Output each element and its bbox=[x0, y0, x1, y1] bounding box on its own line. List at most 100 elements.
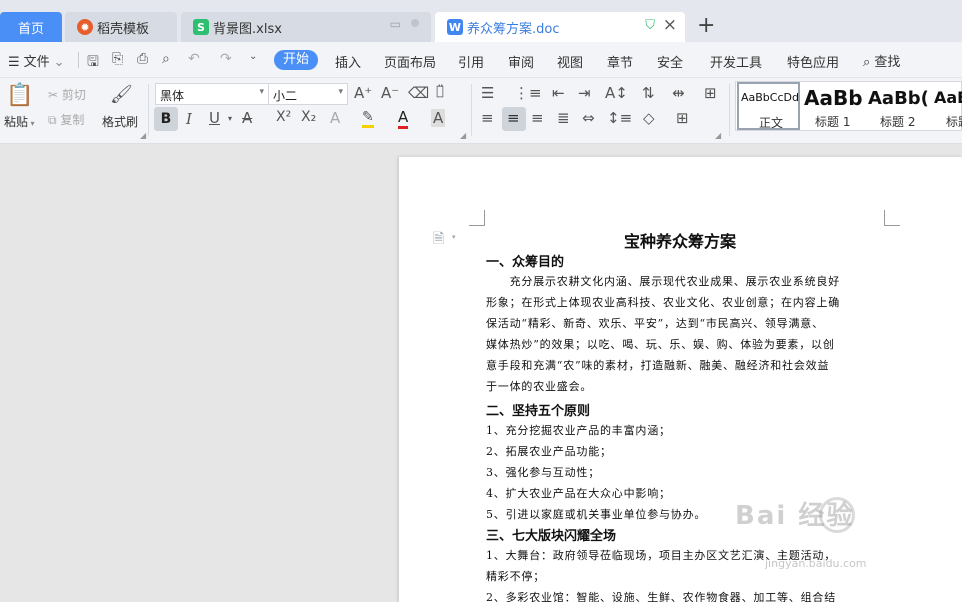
decrease-indent-icon[interactable]: ⇤ bbox=[552, 84, 565, 102]
paragraph-doc-icon[interactable]: 🗎 bbox=[433, 228, 444, 252]
shrink-font-icon[interactable]: A⁻ bbox=[381, 84, 399, 102]
ribbon-tab-insert[interactable]: 插入 bbox=[335, 52, 361, 71]
section-heading: 三、七大版块闪耀全场 bbox=[486, 529, 617, 544]
italic-button[interactable]: I bbox=[186, 110, 192, 128]
chevron-down-icon[interactable]: ▾ bbox=[228, 114, 232, 123]
redo-icon[interactable]: ↷ bbox=[220, 51, 232, 67]
subscript-icon[interactable]: X₂ bbox=[301, 109, 316, 125]
cut-button[interactable]: ✂ 剪切 bbox=[48, 86, 86, 103]
borders-icon[interactable]: ⊞ bbox=[676, 109, 689, 127]
font-color-icon[interactable]: A bbox=[398, 108, 409, 129]
bold-button[interactable]: B bbox=[154, 107, 178, 131]
text-effect-icon[interactable]: A bbox=[330, 109, 340, 127]
undo-icon[interactable]: ↶ bbox=[188, 51, 200, 67]
style-sample: AaBb( bbox=[868, 88, 929, 109]
text-direction-icon[interactable]: A↕ bbox=[605, 84, 628, 102]
distribute-icon[interactable]: ⇔ bbox=[582, 109, 595, 127]
chevron-down-icon[interactable]: ▾ bbox=[452, 233, 456, 241]
tab-daoke-templates[interactable]: ✹ 稻壳模板 bbox=[65, 12, 177, 42]
phonetic-guide-icon[interactable]: 文̈ bbox=[436, 84, 444, 99]
highlight-icon[interactable]: ✎ bbox=[362, 109, 374, 128]
ribbon-tab-chapter[interactable]: 章节 bbox=[607, 52, 633, 71]
margin-corner-mark bbox=[469, 210, 485, 226]
superscript-icon[interactable]: X² bbox=[276, 109, 291, 125]
dialog-launcher-icon[interactable]: ◢ bbox=[715, 131, 721, 140]
format-painter-icon[interactable]: ⎘ bbox=[112, 51, 123, 67]
paw-logo-icon bbox=[819, 497, 855, 533]
paragraph-line: 2、多彩农业馆：智能、设施、生鲜、农作物食器、加工等、组合结 bbox=[486, 591, 836, 602]
tab-xlsx-label: 背景图.xlsx bbox=[213, 21, 282, 37]
scissors-icon: ✂ bbox=[48, 88, 59, 102]
dialog-launcher-icon[interactable]: ◢ bbox=[140, 131, 146, 140]
underline-button[interactable]: U bbox=[209, 109, 220, 127]
ribbon-tab-references[interactable]: 引用 bbox=[458, 52, 484, 71]
print-icon[interactable]: ⎙ bbox=[137, 51, 148, 67]
font-name-select[interactable]: 黑体 ▾ bbox=[155, 83, 269, 105]
shading-icon[interactable]: ◇ bbox=[643, 109, 655, 127]
align-left-icon[interactable]: ≡ bbox=[481, 109, 494, 127]
format-painter-button[interactable]: 格式刷 bbox=[102, 113, 138, 130]
copy-button[interactable]: ⧉ 复制 bbox=[48, 111, 84, 128]
ribbon-tab-view[interactable]: 视图 bbox=[557, 52, 583, 71]
grow-font-icon[interactable]: A⁺ bbox=[354, 84, 372, 102]
font-size-select[interactable]: 小二 ▾ bbox=[268, 83, 348, 105]
style-name: 正文 bbox=[759, 116, 784, 130]
styles-gallery: AaBbCcDd 正文 AaBb 标题 1 AaBb( 标题 2 AaE 标题 bbox=[735, 81, 962, 131]
tab-doc-active[interactable]: W 养众筹方案.doc ⛉ × bbox=[435, 12, 685, 42]
bullet-list-icon[interactable]: ☰ bbox=[481, 84, 494, 102]
save-icon[interactable]: 🖫 bbox=[87, 51, 99, 75]
font-name-value: 黑体 bbox=[160, 89, 185, 103]
increase-indent-icon[interactable]: ⇥ bbox=[578, 84, 591, 102]
file-menu[interactable]: ☰ 文件 ⌄ bbox=[8, 51, 65, 70]
sort-icon[interactable]: ⇅ bbox=[642, 84, 655, 102]
show-marks-icon[interactable]: ⊞ bbox=[704, 84, 717, 102]
numbered-list-icon[interactable]: ⋮≡ bbox=[514, 84, 542, 102]
ribbon-tab-start[interactable]: 开始 bbox=[274, 50, 318, 70]
customize-dropdown-icon[interactable]: ⌄ bbox=[249, 51, 257, 62]
tab-daoke-label: 稻壳模板 bbox=[97, 21, 150, 37]
ribbon-tab-special[interactable]: 特色应用 bbox=[787, 52, 839, 71]
paragraph-line: 3、强化参与互动性； bbox=[486, 466, 600, 479]
monitor-icon[interactable]: ▭ bbox=[390, 17, 401, 31]
justify-icon[interactable]: ≣ bbox=[557, 109, 570, 127]
document-title: 宝种养众筹方案 bbox=[624, 232, 737, 251]
dialog-launcher-icon[interactable]: ◢ bbox=[460, 131, 466, 140]
format-brush-icon[interactable]: 🖌 bbox=[110, 84, 133, 105]
style-heading-1[interactable]: AaBb 标题 1 bbox=[802, 82, 868, 130]
print-preview-icon[interactable]: ⌕ bbox=[162, 51, 170, 67]
ribbon-tab-security[interactable]: 安全 bbox=[657, 52, 683, 71]
strikethrough-icon[interactable]: A bbox=[242, 109, 252, 127]
style-name: 标题 1 bbox=[815, 115, 851, 129]
chevron-down-icon: ▾ bbox=[338, 87, 343, 97]
section-heading: 二、坚持五个原则 bbox=[486, 404, 591, 419]
paragraph-line: 5、引进以家庭或机关事业单位参与协办。 bbox=[486, 508, 707, 521]
align-center-button[interactable]: ≡ bbox=[502, 107, 526, 131]
ribbon-tab-review[interactable]: 审阅 bbox=[508, 52, 534, 71]
paragraph-line: 保活动“精彩、新奇、欢乐、平安”，达到“市民高兴、领导满意、 bbox=[486, 317, 824, 330]
font-size-value: 小二 bbox=[273, 89, 298, 103]
paste-icon[interactable]: 📋 bbox=[6, 83, 33, 108]
char-shading-icon[interactable]: A bbox=[431, 109, 446, 127]
chevron-down-icon: ▾ bbox=[28, 119, 35, 128]
file-menu-label: 文件 bbox=[23, 55, 50, 70]
paragraph-spacing-icon[interactable]: ↕≡ bbox=[607, 109, 632, 127]
style-heading-2[interactable]: AaBb( 标题 2 bbox=[868, 82, 934, 130]
ribbon-tab-developer[interactable]: 开发工具 bbox=[710, 52, 762, 71]
style-normal[interactable]: AaBbCcDd 正文 bbox=[737, 82, 800, 130]
paste-button[interactable]: 粘贴 ▾ bbox=[4, 113, 35, 130]
paragraph-line: 2、拓展农业产品功能； bbox=[486, 445, 612, 458]
new-tab-button[interactable]: + bbox=[697, 14, 715, 38]
align-right-icon[interactable]: ≡ bbox=[531, 109, 544, 127]
paragraph-line: 媒体热炒”的效果；以吃、喝、玩、乐、娱、购、体验为要素，以创 bbox=[486, 338, 835, 351]
search-button[interactable]: ⌕ 查找 bbox=[863, 51, 900, 70]
hamburger-icon: ☰ bbox=[8, 55, 20, 70]
tab-bar: 首页 ✹ 稻壳模板 S 背景图.xlsx ▭ W 养众筹方案.doc ⛉ × + bbox=[0, 0, 962, 42]
line-spacing-icon[interactable]: ⇹ bbox=[672, 84, 685, 102]
close-icon[interactable]: × bbox=[663, 15, 677, 35]
tab-xlsx[interactable]: S 背景图.xlsx ▭ bbox=[181, 12, 431, 42]
clear-format-icon[interactable]: ⌫ bbox=[408, 84, 429, 102]
shield-icon[interactable]: ⛉ bbox=[645, 18, 655, 33]
ribbon-tab-page-layout[interactable]: 页面布局 bbox=[384, 52, 436, 71]
style-heading-3[interactable]: AaE 标题 bbox=[934, 82, 962, 130]
tab-home[interactable]: 首页 bbox=[0, 12, 62, 42]
